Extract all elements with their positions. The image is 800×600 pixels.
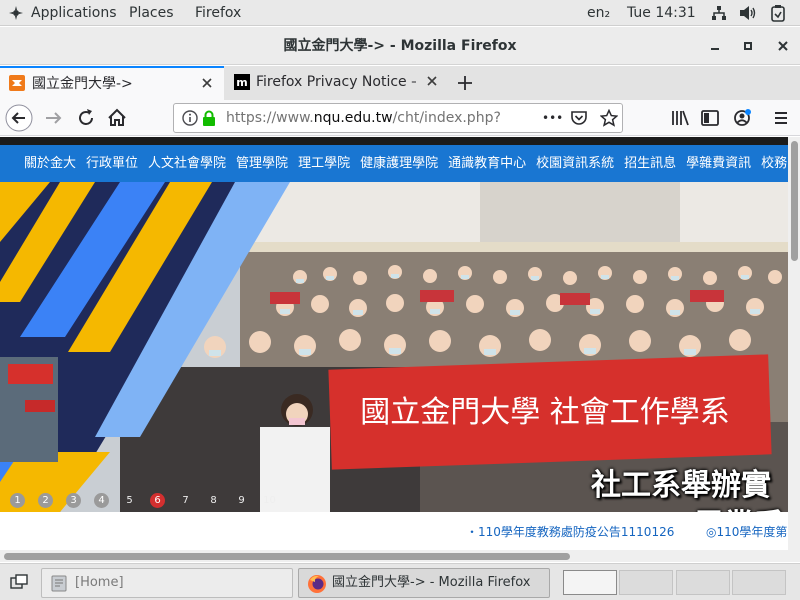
slide-pagination: 1 2 3 4 5 6 7 8 9 10: [10, 488, 290, 508]
forward-icon[interactable]: [42, 106, 66, 130]
mozilla-favicon-icon: m: [234, 74, 250, 90]
vertical-scrollbar[interactable]: [788, 137, 800, 550]
slide-dot-5[interactable]: 5: [122, 493, 137, 508]
banner-sign-text: 國立金門大學 社會工作學系: [360, 395, 730, 430]
file-manager-icon: [51, 575, 67, 592]
slide-dot-7[interactable]: 7: [178, 493, 193, 508]
svg-text:m: m: [236, 76, 247, 89]
menu-item-admissions[interactable]: 招生訊息: [624, 145, 676, 182]
navigation-toolbar: https://www.nqu.edu.tw/cht/index.php? ••…: [0, 100, 800, 136]
horizontal-scroll-thumb[interactable]: [4, 553, 570, 560]
menu-item-humanities-college[interactable]: 人文社會學院: [148, 145, 226, 182]
page-top-strip: [0, 137, 788, 145]
applications-menu-icon[interactable]: [8, 5, 24, 21]
url-prefix: https://www.: [226, 110, 314, 126]
task-label: [Home]: [75, 575, 124, 590]
task-firefox-window[interactable]: 國立金門大學-> - Mozilla Firefox: [298, 568, 550, 598]
slide-dot-1[interactable]: 1: [10, 493, 25, 508]
menu-item-admin-units[interactable]: 行政單位: [86, 145, 138, 182]
slide-dot-3[interactable]: 3: [66, 493, 81, 508]
horizontal-scrollbar[interactable]: [0, 550, 800, 562]
menu-item-tuition[interactable]: 學雜費資訊: [686, 145, 751, 182]
bottom-taskbar: [Home] 國立金門大學-> - Mozilla Firefox: [0, 563, 800, 600]
sidebar-icon[interactable]: [698, 106, 722, 130]
tab-label: Firefox Privacy Notice —: [256, 74, 416, 90]
site-info-icon[interactable]: [182, 110, 198, 126]
workspace-2[interactable]: [619, 570, 673, 595]
slide-dot-4[interactable]: 4: [94, 493, 109, 508]
menu-item-about[interactable]: 關於金大: [24, 145, 76, 182]
news-ticker: ・110學年度教務處防疫公告1110126 ◎110學年度第: [0, 521, 788, 543]
account-icon[interactable]: [730, 106, 754, 130]
menu-item-science-engineering[interactable]: 理工學院: [298, 145, 350, 182]
news-item[interactable]: ◎110學年度第: [706, 521, 787, 543]
menu-item-campus-systems[interactable]: 校園資訊系統: [536, 145, 614, 182]
site-main-menu: 關於金大 行政單位 人文社會學院 管理學院 理工學院 健康護理學院 通識教育中心 校園資訊系統…: [0, 145, 788, 182]
desktop-screen: { "topbar": { "applications": "Applicati…: [0, 0, 800, 600]
university-red-banner: 國立金門大學 社會工作學系: [328, 354, 772, 470]
banner-caption-line2: 畢業系: [694, 500, 784, 512]
input-method-indicator[interactable]: en₂: [587, 0, 610, 26]
window-title-bar[interactable]: 國立金門大學-> - Mozilla Firefox: [0, 27, 800, 65]
url-domain: nqu.edu.tw: [313, 110, 393, 126]
pocket-icon[interactable]: [570, 110, 588, 126]
hamburger-menu-icon[interactable]: [769, 106, 793, 130]
url-bar[interactable]: https://www.nqu.edu.tw/cht/index.php? ••…: [173, 103, 623, 133]
reload-icon[interactable]: [74, 106, 98, 130]
firefox-icon: [308, 575, 326, 593]
window-title: 國立金門大學-> - Mozilla Firefox: [283, 38, 517, 54]
vertical-scroll-thumb[interactable]: [791, 141, 798, 261]
close-window-icon[interactable]: [776, 39, 790, 53]
volume-icon[interactable]: [739, 5, 757, 21]
hero-banner-slideshow[interactable]: 國立金門大學 社會工作學系 社工系舉辦實: [0, 182, 788, 512]
url-path: /cht/index.php?: [392, 110, 501, 126]
nqu-favicon-icon: [9, 75, 25, 91]
back-icon[interactable]: [5, 104, 33, 132]
tab-label: 國立金門大學->: [32, 76, 133, 92]
page-actions-menu[interactable]: •••: [542, 104, 563, 132]
minimize-icon[interactable]: [708, 39, 722, 53]
tab-privacy-notice[interactable]: m Firefox Privacy Notice —: [225, 66, 449, 100]
news-item[interactable]: ・110學年度教務處防疫公告1110126: [466, 521, 674, 543]
menu-item-management-college[interactable]: 管理學院: [236, 145, 288, 182]
slide-dot-9[interactable]: 9: [234, 493, 249, 508]
workspace-3[interactable]: [676, 570, 730, 595]
power-menu-icon[interactable]: [770, 4, 786, 22]
show-desktop-icon[interactable]: [10, 574, 28, 590]
workspace-4[interactable]: [732, 570, 786, 595]
clock[interactable]: Tue 14:31: [627, 0, 696, 26]
slide-dot-6-active[interactable]: 6: [150, 493, 165, 508]
slide-dot-10[interactable]: 10: [262, 493, 277, 508]
close-tab-icon[interactable]: [426, 75, 438, 87]
library-icon[interactable]: [668, 106, 692, 130]
firefox-app-menu[interactable]: Firefox: [195, 0, 241, 26]
web-page: 關於金大 行政單位 人文社會學院 管理學院 理工學院 健康護理學院 通識教育中心 校園資訊系統…: [0, 137, 788, 550]
menu-item-general-education[interactable]: 通識教育中心: [448, 145, 526, 182]
places-menu[interactable]: Places: [129, 0, 174, 26]
banner-caption-line1: 社工系舉辦實: [591, 468, 771, 503]
maximize-icon[interactable]: [741, 39, 755, 53]
menu-item-more[interactable]: 校務: [761, 145, 787, 182]
slide-dot-2[interactable]: 2: [38, 493, 53, 508]
bookmark-star-icon[interactable]: [600, 109, 618, 127]
url-text[interactable]: https://www.nqu.edu.tw/cht/index.php?: [226, 104, 501, 132]
lock-icon[interactable]: [202, 110, 216, 126]
task-label: 國立金門大學-> - Mozilla Firefox: [332, 575, 531, 590]
network-icon[interactable]: [711, 5, 727, 21]
close-tab-icon[interactable]: [201, 77, 213, 89]
slide-dot-8[interactable]: 8: [206, 493, 221, 508]
tab-nqu[interactable]: 國立金門大學->: [0, 66, 224, 100]
system-top-bar: Applications Places Firefox en₂ Tue 14:3…: [0, 0, 800, 26]
applications-menu[interactable]: Applications: [31, 0, 117, 26]
home-icon[interactable]: [105, 106, 129, 130]
task-home-folder[interactable]: [Home]: [41, 568, 293, 598]
tab-strip: 國立金門大學-> m Firefox Privacy Notice —: [0, 66, 800, 100]
new-tab-icon[interactable]: [456, 74, 474, 92]
menu-item-health-nursing[interactable]: 健康護理學院: [360, 145, 438, 182]
workspace-1[interactable]: [563, 570, 617, 595]
